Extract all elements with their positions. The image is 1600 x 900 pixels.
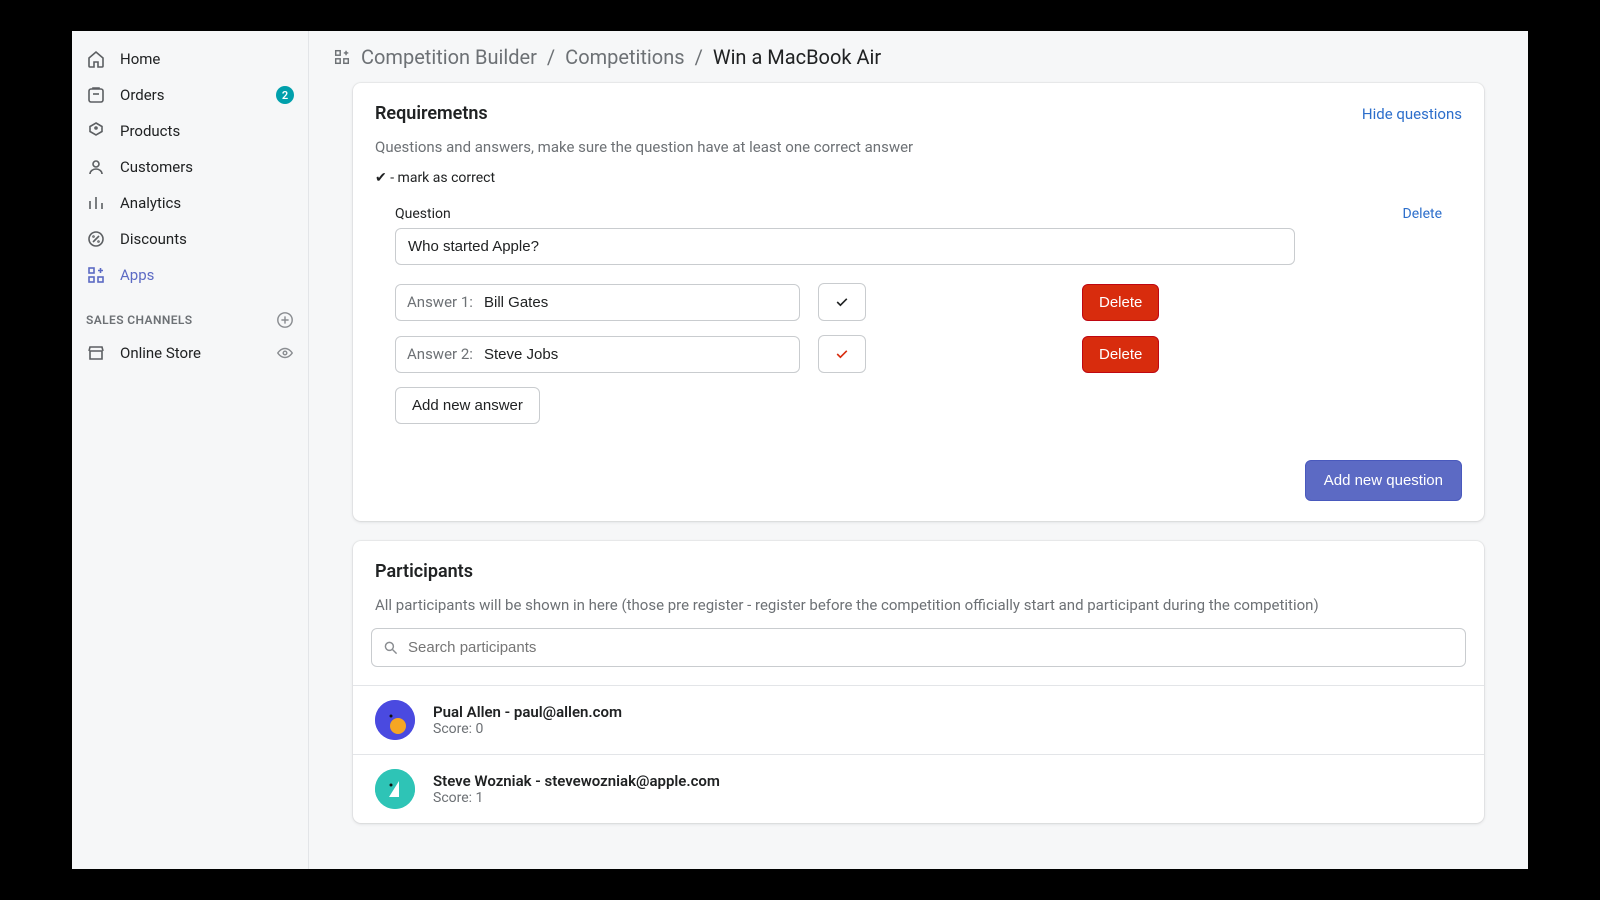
add-channel-icon[interactable]: [276, 311, 294, 329]
sidebar-item-label: Orders: [120, 86, 165, 104]
breadcrumb-current: Win a MacBook Air: [713, 45, 881, 69]
apps-icon: [333, 48, 351, 66]
mark-correct-button-2[interactable]: [818, 335, 866, 373]
home-icon: [86, 49, 106, 69]
participants-help: All participants will be shown in here (…: [375, 596, 1462, 614]
answer-row: Answer 2: Delete: [395, 335, 1442, 373]
sidebar-item-label: Analytics: [120, 194, 181, 212]
sidebar-item-orders[interactable]: Orders 2: [72, 77, 308, 113]
store-icon: [86, 343, 106, 363]
sidebar-item-label: Discounts: [120, 230, 187, 248]
sidebar-item-customers[interactable]: Customers: [72, 149, 308, 185]
orders-badge: 2: [276, 86, 294, 104]
breadcrumb: Competition Builder / Competitions / Win…: [309, 31, 1528, 83]
analytics-icon: [86, 193, 106, 213]
hide-questions-link[interactable]: Hide questions: [1362, 105, 1462, 123]
answer-input-2[interactable]: [395, 336, 800, 373]
sidebar-item-label: Products: [120, 122, 180, 140]
breadcrumb-link-competitions[interactable]: Competitions: [565, 45, 684, 69]
sidebar-item-label: Customers: [120, 158, 193, 176]
avatar: [375, 700, 415, 740]
add-answer-button[interactable]: Add new answer: [395, 387, 540, 424]
participant-name: Steve Wozniak - stevewozniak@apple.com: [433, 772, 720, 790]
requirements-card: Requiremetns Hide questions Questions an…: [353, 83, 1484, 521]
channel-label: Online Store: [120, 344, 201, 362]
apps-icon: [86, 265, 106, 285]
breadcrumb-separator: /: [547, 45, 555, 69]
question-input[interactable]: [395, 228, 1295, 265]
sidebar-item-home[interactable]: Home: [72, 41, 308, 77]
avatar: [375, 769, 415, 809]
sidebar: Home Orders 2 Products Customers Analyti…: [72, 31, 309, 869]
add-question-button[interactable]: Add new question: [1305, 460, 1462, 501]
requirements-help: Questions and answers, make sure the que…: [375, 138, 1462, 156]
delete-answer-button-2[interactable]: Delete: [1082, 336, 1159, 373]
participant-row[interactable]: Pual Allen - paul@allen.com Score: 0: [353, 685, 1484, 754]
participant-score: Score: 1: [433, 790, 720, 806]
products-icon: [86, 121, 106, 141]
sales-channels-heading: SALES CHANNELS: [72, 293, 308, 335]
delete-question-link[interactable]: Delete: [1403, 206, 1442, 222]
sidebar-item-label: Apps: [120, 266, 154, 284]
breadcrumb-link-builder[interactable]: Competition Builder: [361, 45, 537, 69]
main-content: Competition Builder / Competitions / Win…: [309, 31, 1528, 869]
breadcrumb-separator: /: [695, 45, 703, 69]
search-icon: [383, 640, 399, 656]
requirements-title: Requiremetns: [375, 103, 488, 124]
answer-row: Answer 1: Delete: [395, 283, 1442, 321]
participant-row[interactable]: Steve Wozniak - stevewozniak@apple.com S…: [353, 754, 1484, 823]
section-label: SALES CHANNELS: [86, 313, 193, 327]
search-participants-input[interactable]: [371, 628, 1466, 667]
answer-input-1[interactable]: [395, 284, 800, 321]
mark-hint: ✔ - mark as correct: [375, 170, 1462, 186]
sidebar-item-products[interactable]: Products: [72, 113, 308, 149]
sidebar-item-analytics[interactable]: Analytics: [72, 185, 308, 221]
question-label: Question: [395, 206, 451, 222]
view-store-icon[interactable]: [276, 344, 294, 362]
sidebar-item-label: Home: [120, 50, 160, 68]
channel-online-store[interactable]: Online Store: [72, 335, 308, 371]
delete-answer-button-1[interactable]: Delete: [1082, 284, 1159, 321]
sidebar-item-discounts[interactable]: Discounts: [72, 221, 308, 257]
mark-correct-button-1[interactable]: [818, 283, 866, 321]
orders-icon: [86, 85, 106, 105]
sidebar-item-apps[interactable]: Apps: [72, 257, 308, 293]
customers-icon: [86, 157, 106, 177]
participant-name: Pual Allen - paul@allen.com: [433, 703, 622, 721]
participants-card: Participants All participants will be sh…: [353, 541, 1484, 823]
participants-title: Participants: [375, 561, 473, 582]
discounts-icon: [86, 229, 106, 249]
participant-score: Score: 0: [433, 721, 622, 737]
